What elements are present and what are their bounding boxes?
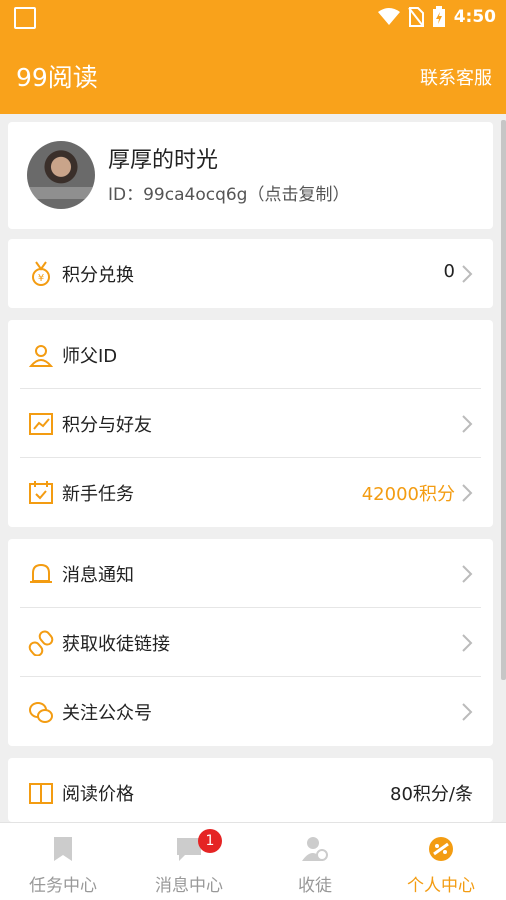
- menu-item-message-notice[interactable]: 消息通知: [20, 539, 481, 608]
- menu-item-points-exchange[interactable]: ¥ 积分兑换 0: [20, 239, 481, 308]
- menu-label: 关注公众号: [62, 703, 152, 724]
- battery-charging-icon: [432, 6, 445, 27]
- person-add-icon: [302, 837, 328, 861]
- bottom-tab-bar: 任务中心 1 消息中心 收徒 个人中心: [0, 822, 506, 900]
- notifications-card: 消息通知 获取收徒链接 关注公众号: [8, 539, 493, 746]
- wechat-icon: [29, 702, 53, 723]
- user-id-copy[interactable]: ID：99ca4ocq6g（点击复制）: [108, 180, 349, 205]
- menu-label: 师父ID: [62, 346, 118, 367]
- menu-item-recruit-link[interactable]: 获取收徒链接: [20, 608, 481, 677]
- status-bar: 4:50: [0, 0, 506, 36]
- tab-recruit[interactable]: 收徒: [252, 823, 378, 900]
- menu-item-follow-account[interactable]: 关注公众号: [20, 677, 481, 746]
- user-name: 厚厚的时光: [108, 148, 219, 173]
- no-sim-icon: [407, 7, 424, 27]
- menu-label: 获取收徒链接: [62, 634, 170, 655]
- tasks-card: 师父ID 积分与好友 新手任务 42000积分: [8, 320, 493, 527]
- profile-icon: [429, 837, 453, 861]
- wifi-icon: [377, 8, 400, 25]
- medal-icon: ¥: [32, 261, 50, 286]
- bell-icon: [30, 563, 52, 583]
- tab-message-center[interactable]: 1 消息中心: [126, 823, 252, 900]
- chevron-right-icon: [462, 484, 473, 502]
- app-title: 99阅读: [16, 63, 98, 92]
- chevron-right-icon: [462, 703, 473, 721]
- tab-label: 消息中心: [155, 876, 223, 896]
- scrollbar[interactable]: [501, 120, 506, 680]
- tab-label: 收徒: [298, 876, 332, 896]
- unread-badge: 1: [198, 829, 222, 853]
- chevron-right-icon: [462, 634, 473, 652]
- status-icons: 4:50: [377, 6, 496, 28]
- task-points-value: 42000积分: [361, 484, 455, 505]
- profile-card: 厚厚的时光 ID：99ca4ocq6g（点击复制）: [8, 122, 493, 229]
- svg-text:¥: ¥: [38, 273, 44, 284]
- chart-trend-icon: [29, 413, 53, 435]
- bookmark-icon: [54, 837, 72, 861]
- calendar-check-icon: [29, 481, 53, 504]
- tab-profile[interactable]: 个人中心: [378, 823, 504, 900]
- menu-label: 积分与好友: [62, 415, 152, 436]
- points-card: ¥ 积分兑换 0: [8, 239, 493, 308]
- avatar[interactable]: [27, 141, 95, 209]
- menu-item-points-friends[interactable]: 积分与好友: [20, 389, 481, 458]
- tab-label: 个人中心: [407, 876, 475, 896]
- book-price-icon: [29, 783, 53, 804]
- chevron-right-icon: [462, 265, 473, 283]
- chevron-right-icon: [462, 565, 473, 583]
- menu-label: 消息通知: [62, 565, 134, 586]
- price-value: 80积分/条: [390, 784, 473, 805]
- chevron-right-icon: [462, 415, 473, 433]
- menu-item-read-price[interactable]: 阅读价格 80积分/条: [20, 758, 481, 827]
- tab-label: 任务中心: [29, 876, 97, 896]
- tab-task-center[interactable]: 任务中心: [0, 823, 126, 900]
- clock: 4:50: [453, 7, 496, 27]
- app-bar: 99阅读 联系客服: [0, 36, 506, 114]
- link-icon: [28, 630, 54, 656]
- menu-label: 阅读价格: [62, 784, 134, 805]
- menu-item-master-id[interactable]: 师父ID: [20, 320, 481, 389]
- person-icon: [28, 345, 54, 367]
- contact-support-button[interactable]: 联系客服: [420, 64, 492, 90]
- price-card: 阅读价格 80积分/条: [8, 758, 493, 822]
- menu-item-newbie-tasks[interactable]: 新手任务 42000积分: [20, 458, 481, 527]
- menu-label: 积分兑换: [62, 265, 134, 286]
- points-value: 0: [443, 261, 455, 282]
- app-notification-icon: [14, 7, 36, 29]
- menu-label: 新手任务: [62, 484, 134, 505]
